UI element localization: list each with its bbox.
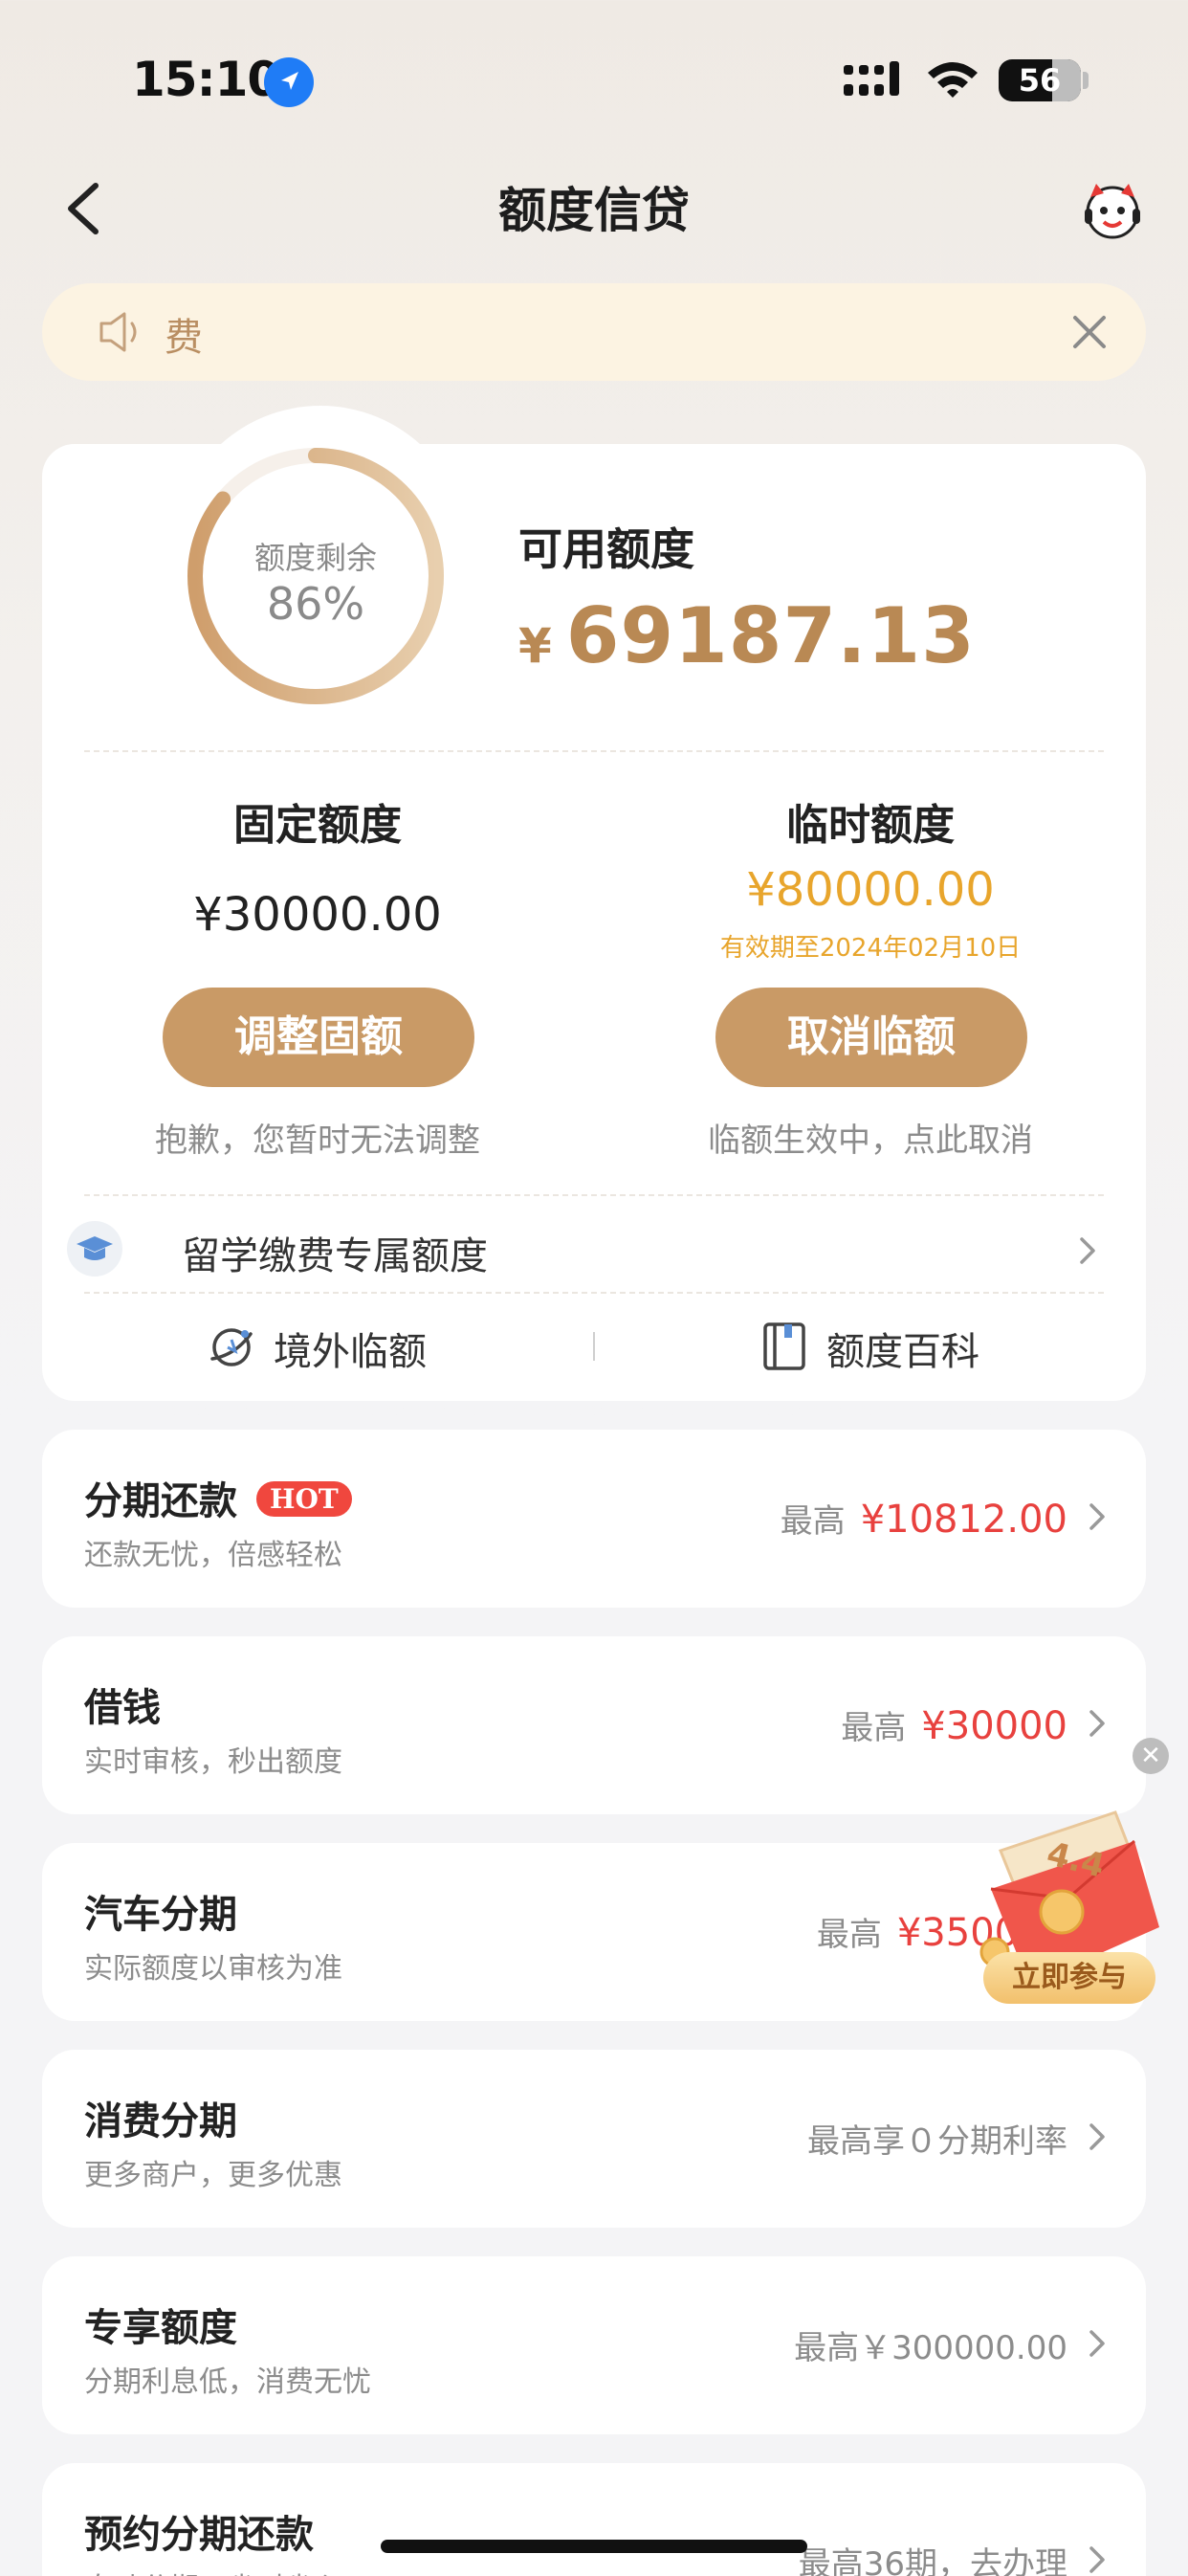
globe-icon[interactable] — [207, 1322, 256, 1372]
home-indicator — [381, 2540, 807, 2553]
join-now-button[interactable]: 立即参与 — [983, 1952, 1155, 2004]
wifi-icon — [928, 62, 978, 98]
ring-percent: 86% — [266, 578, 365, 630]
float-close-icon[interactable]: ✕ — [1133, 1738, 1169, 1774]
cellular-signal-icon — [844, 61, 899, 96]
battery-icon: 56 — [999, 59, 1081, 101]
list-item-exclusive-credit[interactable]: 专享额度 分期利息低，消费无忧 最高￥300000.00 — [42, 2256, 1146, 2434]
divider — [84, 1194, 1104, 1196]
item-title: 预约分期还款 — [84, 2513, 314, 2557]
fixed-credit-amount: ¥30000.00 — [193, 888, 442, 942]
battery-tip — [1083, 72, 1089, 89]
available-amount-value: 69187.13 — [565, 591, 976, 680]
list-item-scheduled-installment[interactable]: 预约分期还款 自动分期，省时省心 最高36期，去办理 — [42, 2463, 1146, 2576]
item-title: 借钱 — [84, 1686, 161, 1730]
chevron-right-icon — [1089, 1710, 1105, 1737]
available-credit-amount: ¥69187.13 — [518, 591, 976, 680]
item-max-value: 最高 ¥10812.00 — [780, 1498, 1067, 1542]
temporary-credit-amount: ¥80000.00 — [746, 863, 995, 917]
available-credit-label: 可用额度 — [518, 523, 694, 575]
list-item-consumer-installment[interactable]: 消费分期 更多商户，更多优惠 最高享０分期利率 — [42, 2050, 1146, 2228]
notice-text: 费 — [165, 316, 203, 360]
temporary-credit-title: 临时额度 — [786, 801, 955, 850]
list-item-installment-repayment[interactable]: 分期还款 HOT 还款无忧，倍感轻松 最高 ¥10812.00 — [42, 1430, 1146, 1608]
chevron-right-icon — [1089, 2546, 1105, 2573]
book-icon[interactable] — [761, 1321, 807, 1372]
item-title: 汽车分期 — [84, 1893, 237, 1937]
speaker-icon — [99, 312, 137, 352]
item-title: 分期还款 HOT — [84, 1470, 352, 1525]
overseas-temporary-credit-link[interactable]: 境外临额 — [274, 1321, 427, 1376]
divider — [84, 1292, 1104, 1294]
adjust-fixed-credit-button[interactable]: 调整固额 — [163, 988, 474, 1087]
chevron-right-icon — [1089, 1503, 1105, 1530]
item-max-value: 最高￥300000.00 — [794, 2329, 1067, 2367]
item-subtitle: 分期利息低，消费无忧 — [84, 2365, 371, 2399]
battery-level: 56 — [1018, 62, 1062, 99]
item-subtitle: 更多商户，更多优惠 — [84, 2159, 342, 2192]
temporary-credit-validity: 有效期至2024年02月10日 — [719, 934, 1022, 963]
status-time: 15:10 — [132, 52, 280, 107]
chevron-right-icon — [1080, 1237, 1095, 1264]
fixed-credit-title: 固定额度 — [233, 801, 402, 850]
item-subtitle: 实时审核，秒出额度 — [84, 1745, 342, 1779]
credit-encyclopedia-link[interactable]: 额度百科 — [826, 1321, 979, 1376]
ring-label: 额度剩余 — [253, 540, 377, 576]
item-subtitle: 自动分期，省时省心 — [84, 2565, 342, 2576]
item-max-value: 最高36期，去办理 — [798, 2545, 1067, 2576]
location-arrow-icon — [264, 57, 314, 107]
graduation-cap-icon — [67, 1221, 122, 1277]
temporary-credit-note: 临额生效中，点此取消 — [708, 1121, 1033, 1160]
item-subtitle: 实际额度以审核为准 — [84, 1952, 342, 1986]
hot-badge: HOT — [256, 1481, 352, 1517]
item-max-value: 最高享０分期利率 — [807, 2122, 1067, 2161]
page-title: 额度信贷 — [498, 183, 690, 238]
fixed-credit-note: 抱歉，您暂时无法调整 — [155, 1121, 480, 1160]
mascot-icon[interactable] — [1081, 178, 1144, 241]
currency-symbol: ¥ — [518, 618, 553, 674]
item-subtitle: 还款无忧，倍感轻松 — [84, 1539, 342, 1572]
cancel-temporary-credit-button[interactable]: 取消临额 — [715, 988, 1027, 1087]
item-title: 消费分期 — [84, 2099, 237, 2143]
item-title: 专享额度 — [84, 2306, 237, 2350]
chevron-right-icon — [1089, 2123, 1105, 2150]
item-max-value: 最高 ¥30000 — [841, 1704, 1067, 1748]
close-icon[interactable] — [1069, 312, 1110, 352]
tool-separator — [593, 1332, 595, 1361]
study-abroad-credit-label: 留学缴费专属额度 — [182, 1234, 488, 1278]
chevron-right-icon — [1089, 2330, 1105, 2357]
divider — [84, 750, 1104, 752]
notice-bar[interactable]: 费 — [42, 283, 1146, 381]
